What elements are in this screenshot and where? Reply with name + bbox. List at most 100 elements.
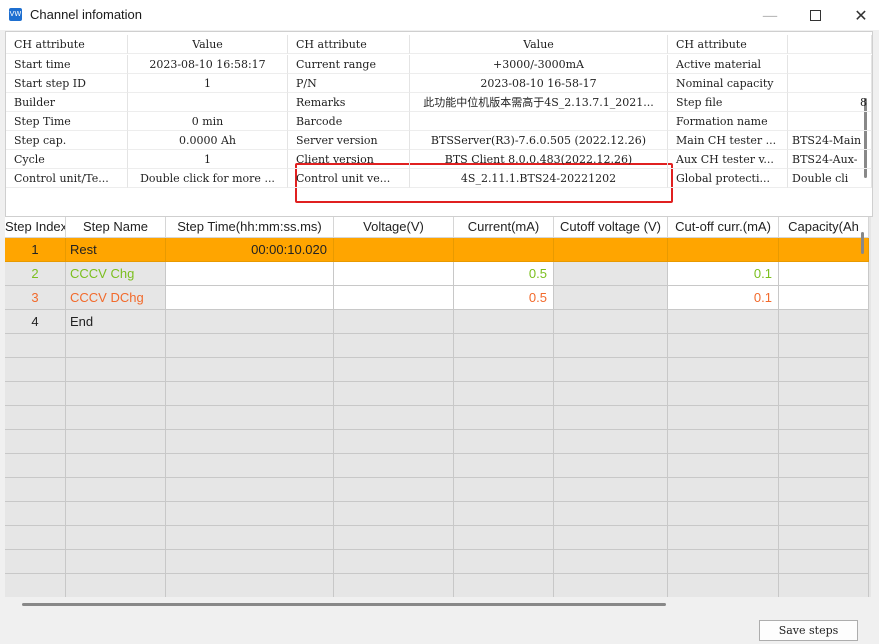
step-time-cell[interactable] (166, 574, 334, 597)
voltage-cell[interactable] (334, 262, 454, 286)
voltage-cell[interactable] (334, 406, 454, 430)
current-cell[interactable] (454, 406, 554, 430)
cutoff-voltage-cell[interactable] (554, 478, 668, 502)
step-row[interactable]: 3 CCCV DChg 0.5 0.1 (5, 286, 869, 310)
header-current[interactable]: Current(mA) (454, 217, 554, 238)
step-row[interactable] (5, 478, 869, 502)
current-cell[interactable] (454, 574, 554, 597)
capacity-cell[interactable] (779, 358, 869, 382)
cutoff-current-cell[interactable] (668, 430, 779, 454)
cutoff-current-cell[interactable] (668, 454, 779, 478)
step-row[interactable]: 2 CCCV Chg 0.5 0.1 (5, 262, 869, 286)
cutoff-current-cell[interactable] (668, 406, 779, 430)
cutoff-voltage-cell[interactable] (554, 238, 668, 262)
cutoff-voltage-cell[interactable] (554, 406, 668, 430)
capacity-cell[interactable] (779, 286, 869, 310)
step-row[interactable] (5, 526, 869, 550)
step-row[interactable] (5, 334, 869, 358)
step-index-cell[interactable] (5, 478, 66, 502)
step-table-vertical-scrollbar[interactable] (861, 232, 864, 254)
capacity-cell[interactable] (779, 406, 869, 430)
step-name-cell[interactable] (66, 526, 166, 550)
step-time-cell[interactable] (166, 478, 334, 502)
step-time-cell[interactable] (166, 262, 334, 286)
cutoff-voltage-cell[interactable] (554, 526, 668, 550)
step-index-cell[interactable]: 2 (5, 262, 66, 286)
cutoff-voltage-cell[interactable] (554, 550, 668, 574)
step-row[interactable] (5, 454, 869, 478)
voltage-cell[interactable] (334, 238, 454, 262)
step-index-cell[interactable]: 3 (5, 286, 66, 310)
step-index-cell[interactable]: 4 (5, 310, 66, 334)
cutoff-voltage-cell[interactable] (554, 454, 668, 478)
step-index-cell[interactable] (5, 382, 66, 406)
capacity-cell[interactable] (779, 574, 869, 597)
cutoff-voltage-cell[interactable] (554, 262, 668, 286)
current-cell[interactable] (454, 526, 554, 550)
step-row[interactable] (5, 550, 869, 574)
step-index-cell[interactable] (5, 358, 66, 382)
step-time-cell[interactable] (166, 526, 334, 550)
header-step-time[interactable]: Step Time(hh:mm:ss.ms) (166, 217, 334, 238)
step-time-cell[interactable] (166, 334, 334, 358)
voltage-cell[interactable] (334, 454, 454, 478)
step-time-cell[interactable] (166, 454, 334, 478)
step-index-cell[interactable] (5, 550, 66, 574)
capacity-cell[interactable] (779, 382, 869, 406)
current-cell[interactable] (454, 550, 554, 574)
step-time-cell[interactable] (166, 286, 334, 310)
current-cell[interactable] (454, 238, 554, 262)
step-name-cell[interactable] (66, 406, 166, 430)
header-cutoff-current[interactable]: Cut-off curr.(mA) (668, 217, 779, 238)
step-name-cell[interactable]: Rest (66, 238, 166, 262)
step-index-cell[interactable] (5, 526, 66, 550)
cutoff-voltage-cell[interactable] (554, 574, 668, 597)
step-name-cell[interactable] (66, 478, 166, 502)
cutoff-voltage-cell[interactable] (554, 382, 668, 406)
cutoff-voltage-cell[interactable] (554, 334, 668, 358)
voltage-cell[interactable] (334, 574, 454, 597)
voltage-cell[interactable] (334, 310, 454, 334)
close-button[interactable]: ✕ (838, 0, 879, 30)
step-time-cell[interactable] (166, 406, 334, 430)
capacity-cell[interactable] (779, 550, 869, 574)
voltage-cell[interactable] (334, 382, 454, 406)
capacity-cell[interactable] (779, 262, 869, 286)
step-index-cell[interactable] (5, 430, 66, 454)
step-row[interactable] (5, 382, 869, 406)
step-name-cell[interactable] (66, 358, 166, 382)
step-index-cell[interactable] (5, 574, 66, 597)
voltage-cell[interactable] (334, 526, 454, 550)
cutoff-current-cell[interactable] (668, 574, 779, 597)
cutoff-voltage-cell[interactable] (554, 502, 668, 526)
cutoff-current-cell[interactable] (668, 478, 779, 502)
step-row[interactable]: 1 Rest 00:00:10.020 (5, 238, 869, 262)
step-time-cell[interactable] (166, 502, 334, 526)
capacity-cell[interactable] (779, 334, 869, 358)
save-steps-button[interactable]: Save steps (759, 620, 858, 641)
step-index-cell[interactable] (5, 502, 66, 526)
voltage-cell[interactable] (334, 286, 454, 310)
cutoff-current-cell[interactable] (668, 358, 779, 382)
cutoff-current-cell[interactable]: 0.1 (668, 262, 779, 286)
current-cell[interactable] (454, 334, 554, 358)
step-name-cell[interactable]: End (66, 310, 166, 334)
cutoff-current-cell[interactable] (668, 502, 779, 526)
step-time-cell[interactable]: 00:00:10.020 (166, 238, 334, 262)
cutoff-current-cell[interactable] (668, 526, 779, 550)
step-row[interactable] (5, 406, 869, 430)
step-index-cell[interactable]: 1 (5, 238, 66, 262)
current-cell[interactable]: 0.5 (454, 262, 554, 286)
maximize-button[interactable] (792, 0, 838, 30)
step-index-cell[interactable] (5, 454, 66, 478)
current-cell[interactable] (454, 382, 554, 406)
header-capacity[interactable]: Capacity(Ah (779, 217, 869, 238)
current-cell[interactable] (454, 358, 554, 382)
step-time-cell[interactable] (166, 310, 334, 334)
step-row[interactable] (5, 358, 869, 382)
step-time-cell[interactable] (166, 358, 334, 382)
step-name-cell[interactable] (66, 382, 166, 406)
voltage-cell[interactable] (334, 550, 454, 574)
voltage-cell[interactable] (334, 478, 454, 502)
cutoff-current-cell[interactable]: 0.1 (668, 286, 779, 310)
